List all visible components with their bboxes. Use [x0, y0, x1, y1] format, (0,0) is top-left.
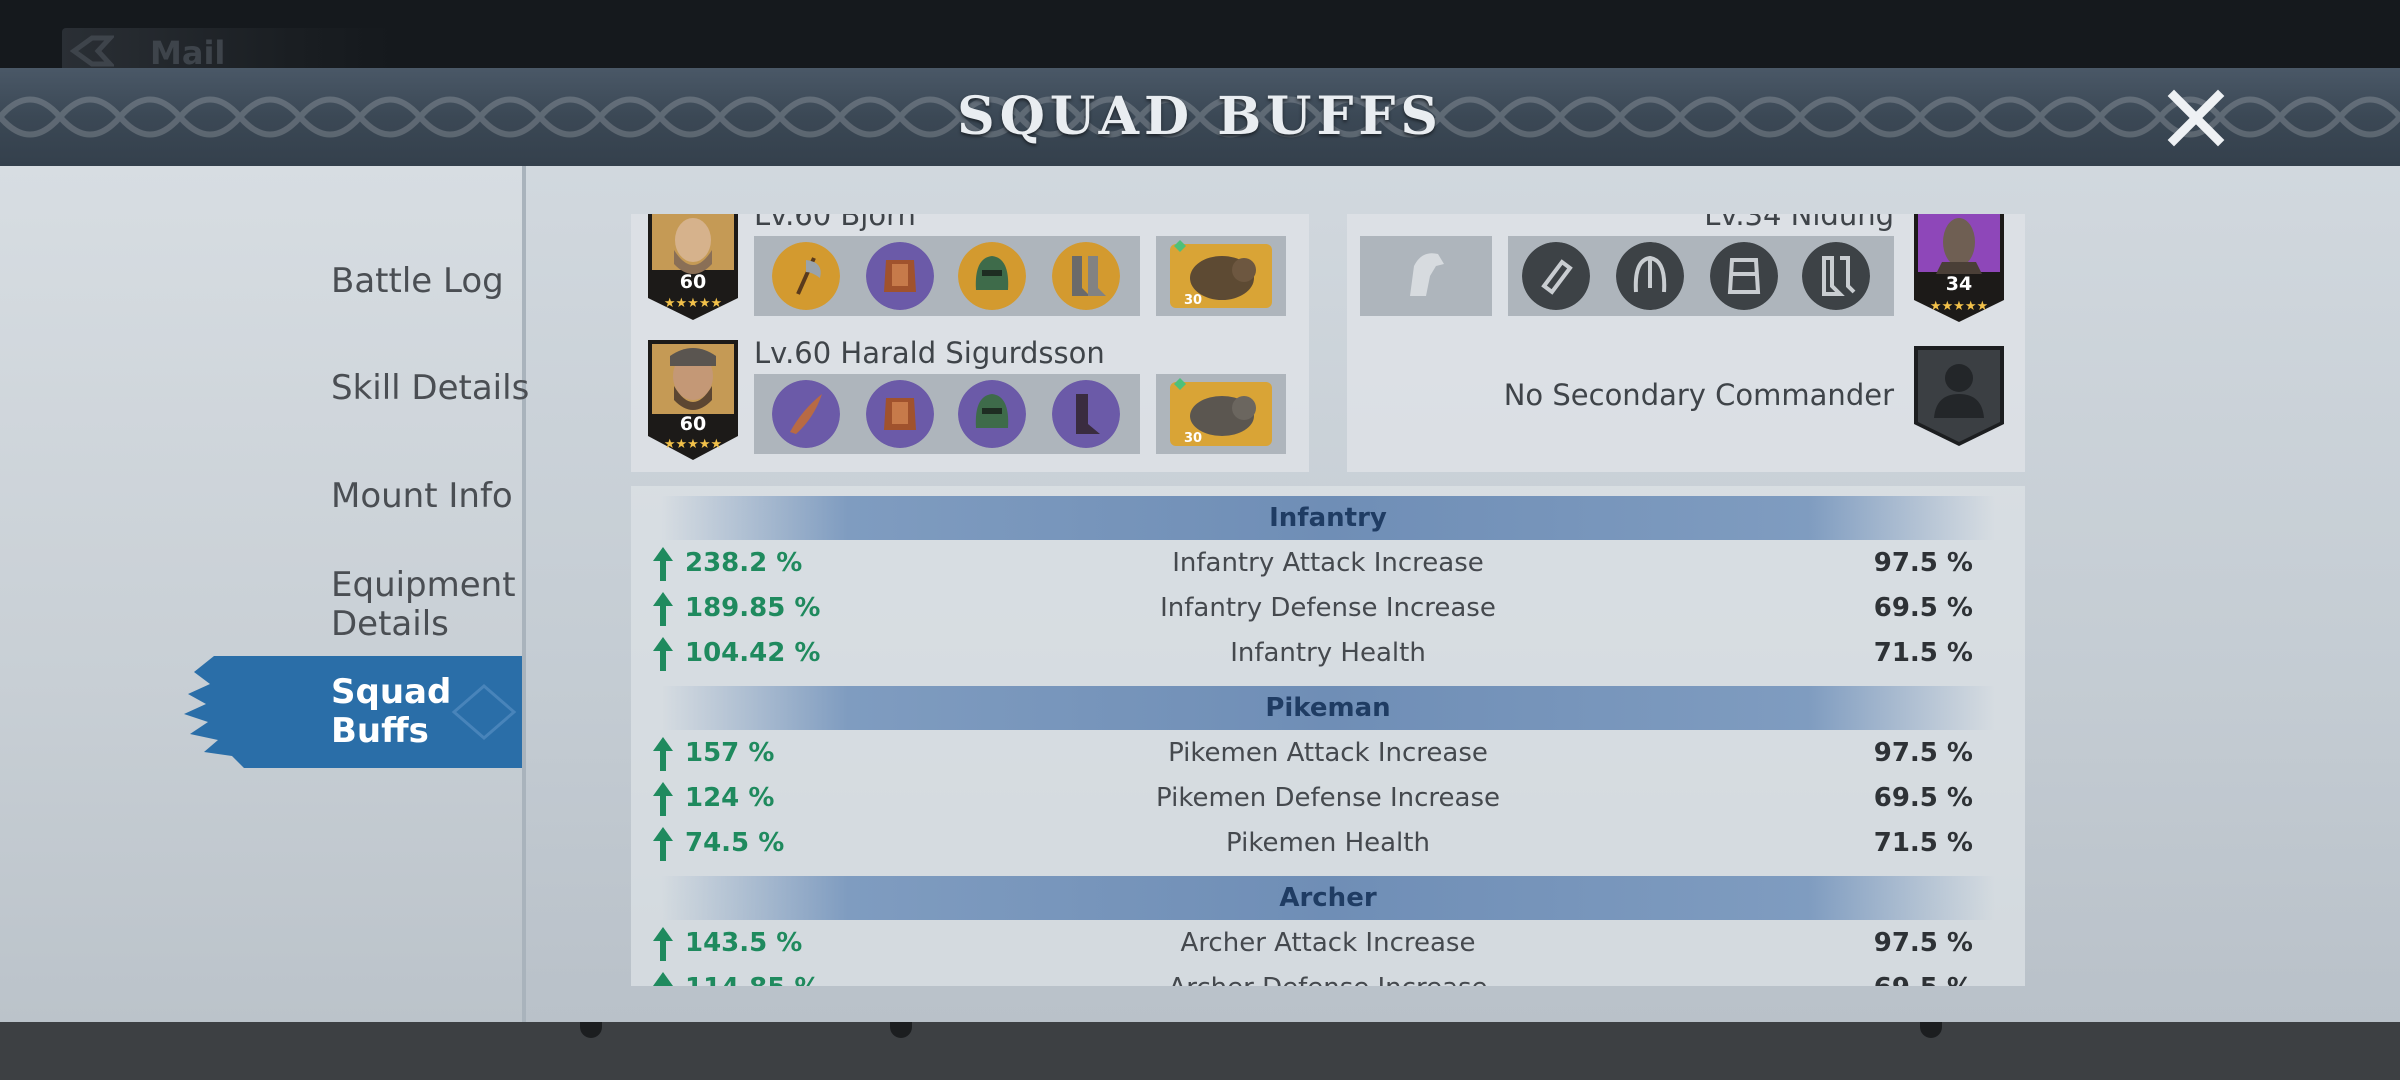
boots-slot-icon[interactable]	[1802, 242, 1870, 310]
base-value: 69.5 %	[1873, 783, 1973, 813]
commander-name: Lv.60 Harald Sigurdsson	[754, 336, 1105, 370]
buff-label: Archer Attack Increase	[1180, 928, 1476, 958]
svg-text:★★★★★: ★★★★★	[1930, 299, 1988, 314]
commander-level-badge: 60	[680, 271, 706, 293]
back-arrow-icon	[70, 35, 114, 67]
buff-label: Infantry Health	[1230, 638, 1426, 668]
buff-label: Pikemen Health	[1226, 828, 1430, 858]
section-header-infantry: Infantry	[661, 496, 1995, 540]
mount-card-bear[interactable]: 30	[1156, 236, 1286, 316]
boots-icon[interactable]	[1052, 242, 1120, 310]
no-secondary-commander-label: No Secondary Commander	[1503, 378, 1894, 412]
base-value: 97.5 %	[1873, 548, 1973, 578]
bottom-strip	[0, 1022, 2400, 1080]
base-value: 69.5 %	[1874, 973, 1973, 986]
commander-name: Lv.60 Bjorn	[754, 214, 916, 232]
helmet-slot-icon[interactable]	[1616, 242, 1684, 310]
base-value: 69.5 %	[1873, 593, 1973, 623]
buff-label: Infantry Defense Increase	[1160, 593, 1496, 623]
sidebar-item-battle-log[interactable]: Battle Log	[331, 262, 504, 301]
sidebar-item-squad-buffs[interactable]: Squad Buffs	[331, 673, 511, 751]
axe-icon[interactable]	[772, 242, 840, 310]
section-header-pikeman: Pikeman	[661, 686, 1995, 730]
table-row: 157 % Pikemen Attack Increase 97.5 %	[631, 732, 2025, 777]
mount-card-wolf[interactable]: 30	[1156, 374, 1286, 454]
commander-name: Lv.34 Nidung	[1704, 214, 1894, 232]
helmet-icon[interactable]	[958, 242, 1026, 310]
base-value: 71.5 %	[1873, 638, 1973, 668]
commander-level-badge: 60	[680, 413, 706, 435]
chest-armor-icon[interactable]	[866, 380, 934, 448]
table-row: 74.5 % Pikemen Health 71.5 %	[631, 822, 2025, 867]
dagger-icon[interactable]	[772, 380, 840, 448]
buff-label: Pikemen Defense Increase	[1155, 783, 1500, 813]
mail-label: Mail	[150, 34, 226, 72]
sidebar-item-skill-details[interactable]: Skill Details	[331, 369, 529, 408]
page-title: SQUAD BUFFS	[957, 86, 1443, 147]
commander-level-badge: 34	[1946, 273, 1972, 295]
table-row: 189.85 % Infantry Defense Increase 69.5 …	[631, 587, 2025, 632]
base-value: 97.5 %	[1873, 928, 1973, 958]
commander-portrait-nidung[interactable]: 34 ★★★★★	[1912, 214, 2006, 322]
buff-label: Archer Defense Increase	[631, 973, 2025, 986]
mount-level: 30	[1184, 431, 1202, 446]
buff-label: Pikemen Attack Increase	[1168, 738, 1488, 768]
sidebar-item-equipment-details[interactable]: Equipment Details	[331, 566, 516, 644]
sidebar-item-mount-info[interactable]: Mount Info	[331, 477, 513, 516]
commander-portrait-harald[interactable]: 60 ★★★★★	[646, 340, 740, 460]
commander-portrait-bjorn[interactable]: 60 ★★★★★	[646, 214, 740, 320]
secondary-commander-slot[interactable]	[1912, 346, 2006, 446]
table-row: 143.5 % Archer Attack Increase 97.5 %	[631, 922, 2025, 967]
section-header-archer: Archer	[661, 876, 1995, 920]
base-value: 71.5 %	[1873, 828, 1973, 858]
squad-buffs-table[interactable]: Infantry 238.2 % Infantry Attack Increas…	[631, 486, 2025, 986]
svg-text:★★★★★: ★★★★★	[664, 437, 722, 452]
buff-label: Infantry Attack Increase	[1172, 548, 1484, 578]
helmet-icon[interactable]	[958, 380, 1026, 448]
mount-level: 30	[1184, 293, 1202, 308]
boots-icon[interactable]	[1052, 380, 1120, 448]
table-row: 124 % Pikemen Defense Increase 69.5 %	[631, 777, 2025, 822]
table-row: 104.42 % Infantry Health 71.5 %	[631, 632, 2025, 677]
sidebar-divider	[522, 166, 526, 1022]
base-value: 97.5 %	[1873, 738, 1973, 768]
table-row: 238.2 % Infantry Attack Increase 97.5 %	[631, 542, 2025, 587]
mount-slot-empty[interactable]	[1360, 236, 1492, 316]
armor-slot-icon[interactable]	[1710, 242, 1778, 310]
chest-armor-icon[interactable]	[866, 242, 934, 310]
title-bar: SQUAD BUFFS	[0, 68, 2400, 168]
table-row: 114.85 % Archer Defense Increase 69.5 %	[631, 967, 2025, 986]
close-icon[interactable]	[2164, 86, 2228, 150]
weapon-slot-icon[interactable]	[1522, 242, 1590, 310]
svg-text:★★★★★: ★★★★★	[664, 296, 722, 311]
